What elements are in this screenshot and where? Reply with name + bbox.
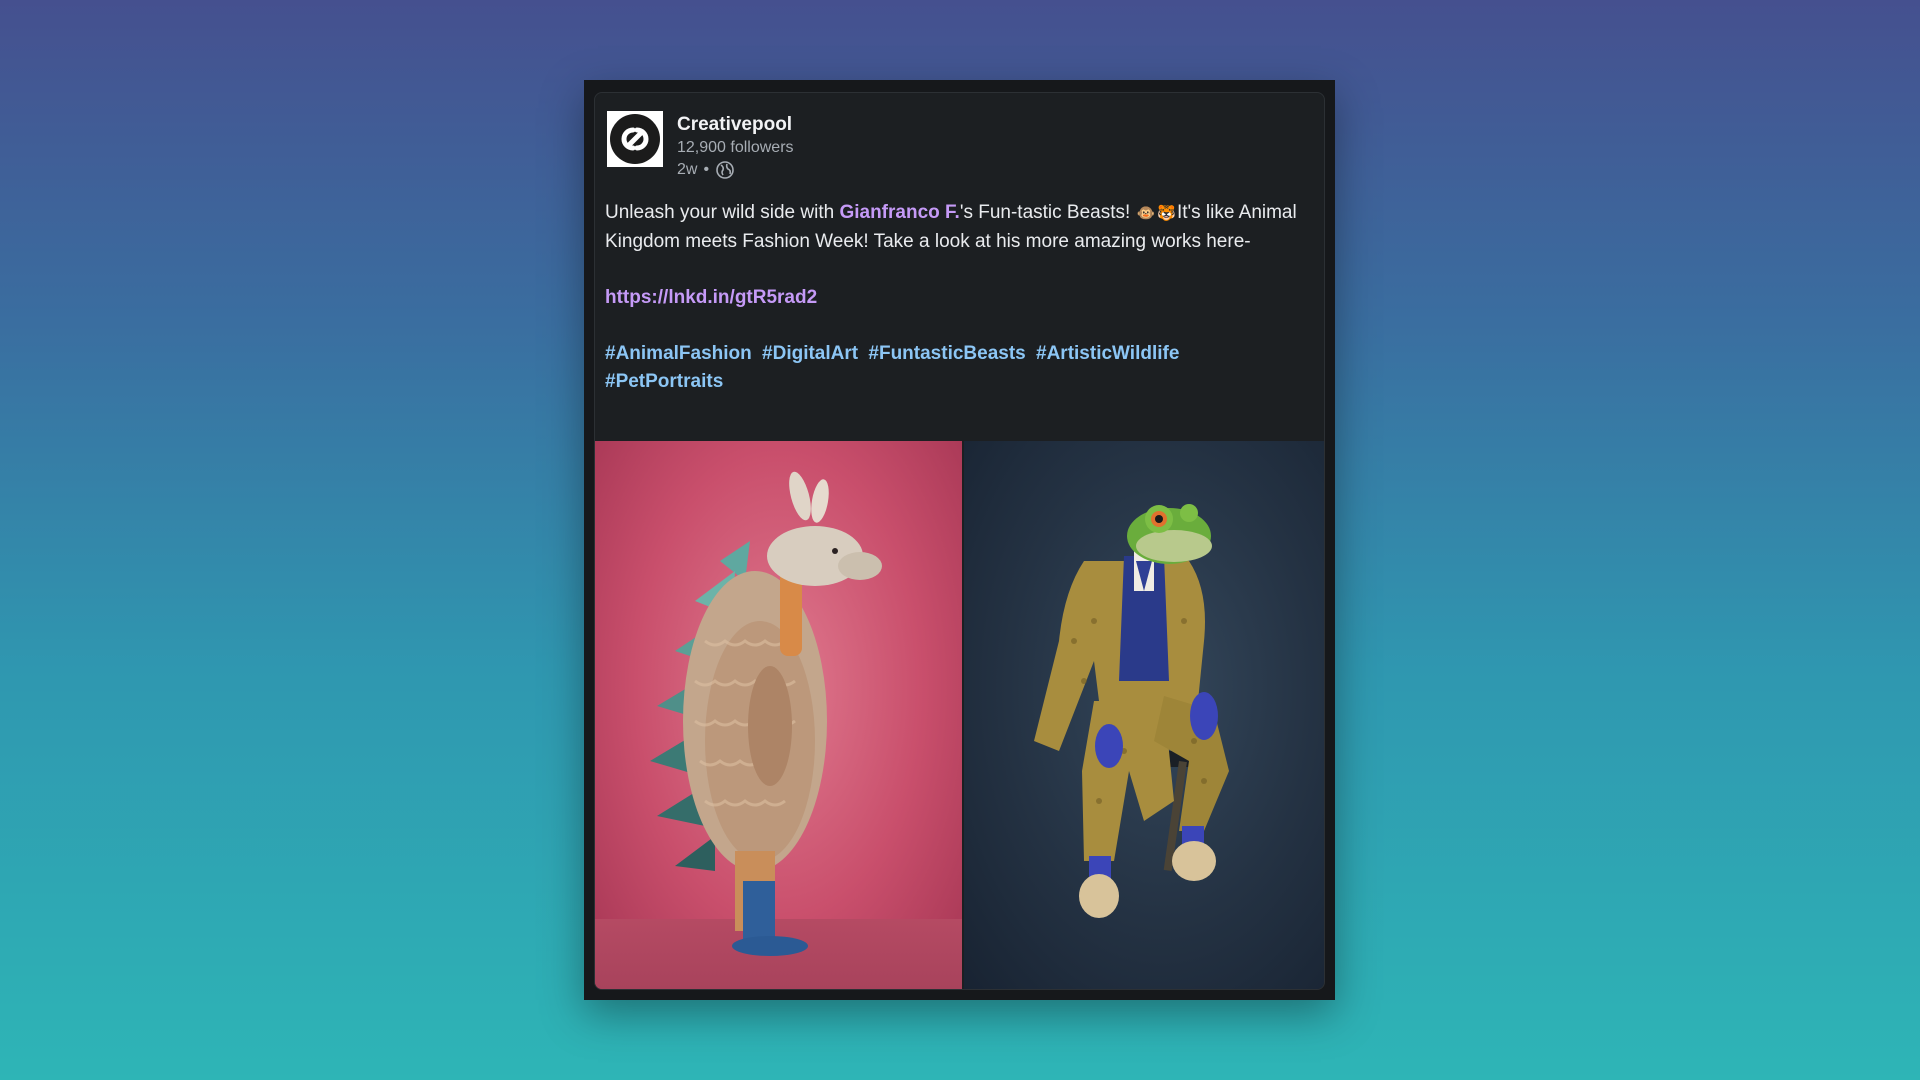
hashtag[interactable]: #ArtisticWildlife <box>1036 343 1179 364</box>
hashtag-list: #AnimalFashion #DigitalArt #FuntasticBea… <box>605 340 1305 396</box>
armadillo-figure <box>650 471 882 956</box>
emoji-monkey: 🐵 <box>1136 205 1156 222</box>
creativepool-logo-icon <box>610 114 660 164</box>
company-logo[interactable] <box>607 111 663 167</box>
emoji-tiger: 🐯 <box>1157 205 1176 222</box>
company-name[interactable]: Creativepool <box>677 113 794 137</box>
post-text-intro: Unleash your wild side with <box>605 202 840 223</box>
separator-dot: • <box>703 161 710 178</box>
globe-icon <box>715 160 735 180</box>
post-card: Creativepool 12,900 followers 2w • Unlea… <box>594 92 1325 990</box>
frog-fashion-image[interactable] <box>964 441 1324 989</box>
frog-figure <box>1034 504 1229 918</box>
post-text: Unleash your wild side with Gianfranco F… <box>605 199 1305 256</box>
post-body: Unleash your wild side with Gianfranco F… <box>605 199 1305 396</box>
post-link[interactable]: https://lnkd.in/gtR5rad2 <box>605 284 1305 312</box>
hashtag[interactable]: #FuntasticBeasts <box>868 343 1025 364</box>
hashtag[interactable]: #PetPortraits <box>605 371 723 392</box>
hashtag[interactable]: #DigitalArt <box>762 343 858 364</box>
post-time: 2w <box>677 161 698 178</box>
post-header: Creativepool 12,900 followers 2w • <box>607 111 794 181</box>
post-time-row: 2w • <box>677 159 794 181</box>
hashtag[interactable]: #AnimalFashion <box>605 343 752 364</box>
post-meta: Creativepool 12,900 followers 2w • <box>677 113 794 181</box>
post-text-mid: 's Fun-tastic Beasts! <box>959 202 1136 223</box>
post-frame: Creativepool 12,900 followers 2w • Unlea… <box>584 80 1335 1000</box>
mention-link[interactable]: Gianfranco F. <box>839 202 959 223</box>
post-images <box>595 441 1324 989</box>
armadillo-fashion-image[interactable] <box>595 441 962 989</box>
follower-count: 12,900 followers <box>677 139 794 156</box>
